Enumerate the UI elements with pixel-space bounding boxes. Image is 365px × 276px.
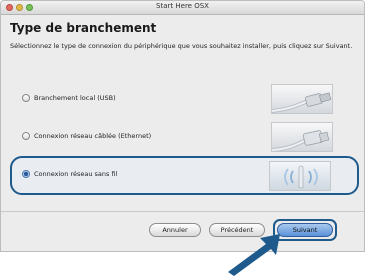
radio-usb[interactable] [22,94,30,102]
option-wireless-label: Connexion réseau sans fil [34,170,118,178]
wireless-icon [269,161,331,191]
radio-wireless[interactable] [22,170,30,178]
usb-cable-icon [271,84,333,114]
next-button[interactable]: Suivant [277,223,333,237]
option-wireless[interactable]: Connexion réseau sans fil [10,156,359,195]
page-title: Type de branchement [10,21,157,35]
option-ethernet[interactable]: Connexion réseau câblée (Ethernet) [16,118,353,156]
window-title: Start Here OSX [156,2,209,10]
radio-ethernet[interactable] [22,132,30,140]
cancel-button[interactable]: Annuler [149,223,201,237]
option-ethernet-label: Connexion réseau câblée (Ethernet) [34,132,152,140]
ethernet-cable-icon [271,122,333,152]
footer-divider [1,211,364,212]
installer-window: Start Here OSX Type de branchement Sélec… [0,0,365,252]
option-usb-label: Branchement local (USB) [34,94,116,102]
connection-options: Branchement local (USB) Connexion réseau… [10,80,359,197]
pointer-arrow-icon [228,234,280,276]
title-bar: Start Here OSX [1,1,364,15]
option-usb[interactable]: Branchement local (USB) [16,80,353,118]
instructions-text: Sélectionnez le type de connexion du pér… [10,42,353,50]
